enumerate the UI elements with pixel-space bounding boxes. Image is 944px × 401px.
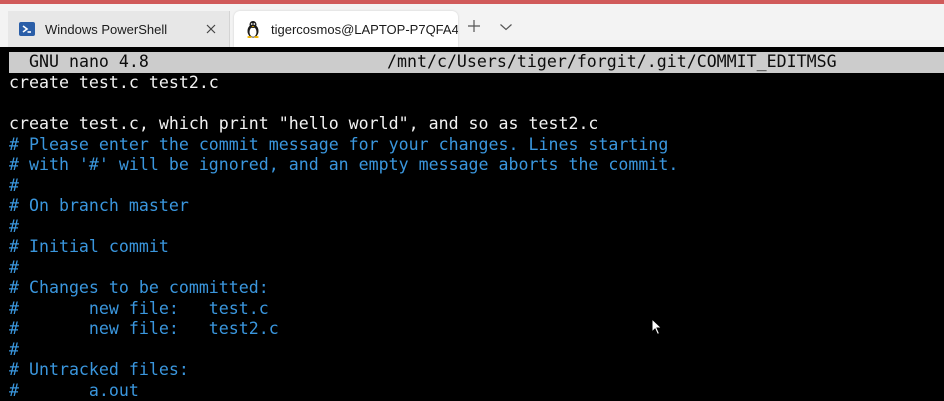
chevron-down-icon <box>499 19 513 37</box>
buffer-line: create test.c, which print "hello world"… <box>9 114 599 133</box>
new-tab-button[interactable] <box>462 16 486 40</box>
buffer-line: # <box>9 257 19 277</box>
buffer-line: # a.out <box>9 380 139 400</box>
buffer-line: # Untracked files: <box>9 360 189 379</box>
tab-title: Windows PowerShell <box>45 21 168 37</box>
powershell-icon <box>18 20 36 38</box>
buffer-line: # new file: test.c <box>9 298 269 318</box>
tab-ubuntu[interactable]: tigercosmos@LAPTOP-P7QFA4C <box>234 11 458 47</box>
buffer-line <box>9 94 939 115</box>
buffer-line: # with '#' will be ignored, and an empty… <box>9 155 679 174</box>
buffer-line: # new file: test2.c <box>9 319 279 338</box>
nano-title-bar: GNU nano 4.8 /mnt/c/Users/tiger/forgit/.… <box>9 52 944 73</box>
buffer-line: # Initial commit <box>9 237 169 256</box>
buffer-line: create test.c test2.c <box>9 73 219 92</box>
buffer-line: # <box>9 339 19 359</box>
buffer-line: # On branch master <box>9 196 189 215</box>
linux-penguin-icon <box>244 20 262 38</box>
tab-windows-powershell[interactable]: Windows PowerShell <box>8 11 230 47</box>
nano-version: GNU nano 4.8 <box>29 52 149 71</box>
buffer-line: # Changes to be committed: <box>9 278 269 297</box>
plus-icon <box>467 19 481 38</box>
close-icon[interactable] <box>201 19 221 39</box>
buffer-line: # <box>9 175 19 195</box>
tab-bar: Windows PowerShell tigercosmos@LAPTOP-P7… <box>0 0 944 47</box>
terminal-window: Windows PowerShell tigercosmos@LAPTOP-P7… <box>0 0 944 401</box>
mouse-pointer-icon <box>651 318 663 336</box>
buffer-line: # Please enter the commit message for yo… <box>9 134 669 154</box>
tab-title: tigercosmos@LAPTOP-P7QFA4C <box>271 21 458 37</box>
buffer-line: # <box>9 216 19 236</box>
nano-file-path: /mnt/c/Users/tiger/forgit/.git/COMMIT_ED… <box>387 52 837 71</box>
tab-dropdown-button[interactable] <box>494 16 518 40</box>
terminal-area[interactable]: GNU nano 4.8 /mnt/c/Users/tiger/forgit/.… <box>0 47 944 401</box>
editor-buffer[interactable]: create test.c test2.c create test.c, whi… <box>9 73 939 401</box>
